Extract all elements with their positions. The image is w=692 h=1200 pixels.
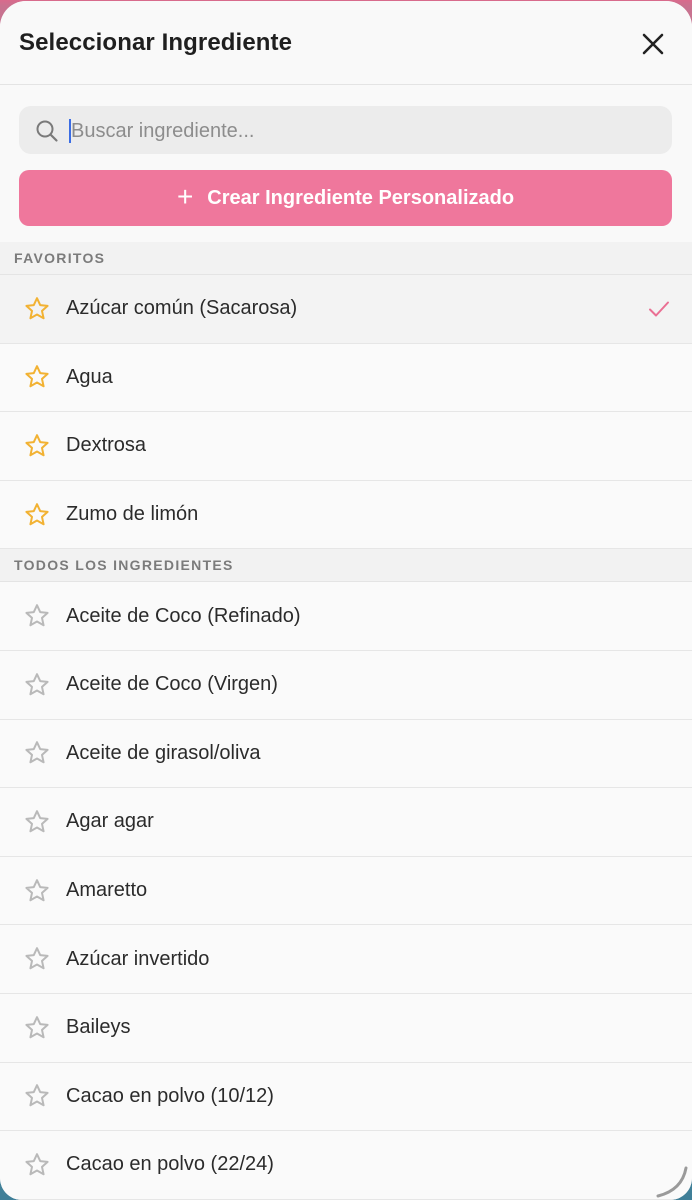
ingredient-row[interactable]: Agar agar (0, 788, 692, 857)
ingredient-name: Aceite de girasol/oliva (66, 741, 261, 764)
ingredient-row[interactable]: Cacao en polvo (10/12) (0, 1062, 692, 1132)
ingredient-name: Amaretto (66, 879, 148, 902)
ingredient-name: Azúcar común (Sacarosa) (66, 297, 298, 320)
section-header-all-ingredients: TODOS LOS INGREDIENTES (0, 549, 692, 583)
close-icon (642, 33, 664, 55)
favorites-list: Azúcar común (Sacarosa) Agua Dextrosa Zumo … (0, 275, 692, 550)
ingredient-row[interactable]: Zumo de limón (0, 480, 692, 550)
search-icon (36, 120, 58, 142)
ingredient-row[interactable]: Cacao en polvo (22/24) (0, 1131, 692, 1200)
ingredient-row[interactable]: Amaretto (0, 856, 692, 926)
star-filled-icon[interactable] (24, 433, 50, 459)
sheet-title: Seleccionar Ingrediente (19, 29, 293, 56)
ingredient-name: Azúcar invertido (66, 947, 210, 970)
checkmark-icon (649, 301, 669, 317)
all-ingredients-list: Aceite de Coco (Refinado) Aceite de Coco … (0, 582, 692, 1200)
star-outline-icon[interactable] (24, 672, 50, 698)
ingredient-name: Cacao en polvo (10/12) (66, 1084, 274, 1107)
star-outline-icon[interactable] (24, 946, 50, 972)
ingredient-row[interactable]: Baileys (0, 993, 692, 1063)
star-outline-icon[interactable] (24, 1015, 50, 1041)
plus-icon: + (176, 180, 194, 212)
create-custom-ingredient-button[interactable]: + Crear Ingrediente Personalizado (19, 170, 672, 226)
ingredient-row[interactable]: Aceite de girasol/oliva (0, 719, 692, 789)
search-bar[interactable] (19, 106, 672, 156)
ingredient-picker-sheet: Seleccionar Ingrediente + Crear Ingredie… (0, 1, 692, 1200)
section-header-favorites: FAVORITOS (0, 242, 692, 275)
close-button[interactable] (636, 27, 670, 61)
ingredient-name: Aceite de Coco (Virgen) (66, 673, 278, 696)
ingredient-name: Cacao en polvo (22/24) (66, 1153, 274, 1176)
sheet-header: Seleccionar Ingrediente (0, 1, 692, 85)
star-filled-icon[interactable] (24, 364, 50, 390)
ingredient-name: Zumo de limón (66, 503, 199, 526)
star-outline-icon[interactable] (24, 1152, 50, 1178)
ingredient-name: Agua (66, 365, 113, 388)
star-filled-icon[interactable] (24, 296, 50, 322)
ingredient-name: Aceite de Coco (Refinado) (66, 604, 301, 627)
ingredient-name: Baileys (66, 1016, 131, 1039)
ingredient-name: Dextrosa (66, 434, 147, 457)
text-caret (69, 119, 71, 143)
star-outline-icon[interactable] (24, 740, 50, 766)
ingredient-row[interactable]: Dextrosa (0, 412, 692, 481)
ingredient-row[interactable]: Aceite de Coco (Virgen) (0, 650, 692, 720)
star-outline-icon[interactable] (24, 809, 50, 835)
ingredient-row[interactable]: Aceite de Coco (Refinado) (0, 582, 692, 651)
create-custom-ingredient-label: Crear Ingrediente Personalizado (207, 186, 515, 209)
star-outline-icon[interactable] (24, 1083, 50, 1109)
ingredient-row[interactable]: Azúcar común (Sacarosa) (0, 275, 692, 344)
star-outline-icon[interactable] (24, 878, 50, 904)
star-filled-icon[interactable] (24, 502, 50, 528)
ingredient-row[interactable]: Agua (0, 343, 692, 413)
star-outline-icon[interactable] (24, 603, 50, 629)
ingredient-list[interactable]: FAVORITOS Azúcar común (Sacarosa) Agua Dex… (0, 242, 692, 1200)
ingredient-name: Agar agar (66, 810, 154, 833)
search-input[interactable] (69, 106, 663, 156)
scroll-indicator (656, 1166, 688, 1198)
ingredient-row[interactable]: Azúcar invertido (0, 925, 692, 994)
